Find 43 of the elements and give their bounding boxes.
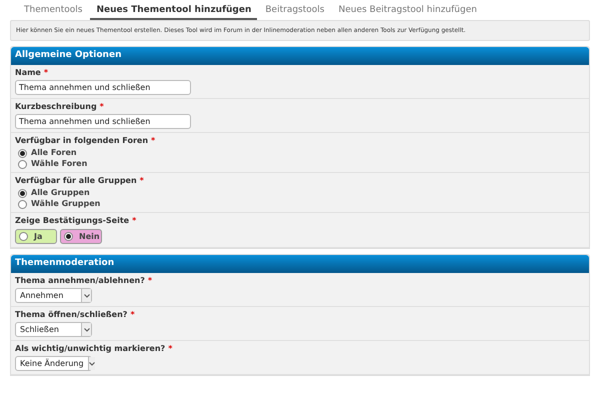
option-label: Alle Foren xyxy=(31,148,77,158)
select-dropdown[interactable]: Schließen xyxy=(15,322,92,337)
chevron-down-icon xyxy=(81,289,91,302)
panel-header: Allgemeine Optionen xyxy=(11,47,589,65)
chevron-down-icon xyxy=(81,323,91,336)
required-mark: * xyxy=(130,310,135,320)
radio-button[interactable] xyxy=(18,200,27,208)
required-mark: * xyxy=(44,68,48,78)
tab[interactable]: Neues Beitragstool hinzufügen xyxy=(332,4,483,20)
text-field[interactable]: Thema annehmen und schließen xyxy=(15,114,191,129)
option-label: Wähle Gruppen xyxy=(31,199,100,209)
select-dropdown[interactable]: Keine Änderung xyxy=(15,356,92,371)
radio-button[interactable] xyxy=(19,232,28,241)
option-label: Wähle Foren xyxy=(31,159,88,169)
panel-header: Themenmoderation xyxy=(11,255,589,273)
select-dropdown[interactable]: Annehmen xyxy=(15,288,92,303)
tab[interactable]: Beitragstools xyxy=(259,4,330,20)
field-label: Verfügbar in folgenden Foren xyxy=(15,136,148,146)
required-mark: * xyxy=(140,176,144,186)
choice-label: Nein xyxy=(79,232,100,242)
field-label: Kurzbeschreibung xyxy=(15,102,97,112)
choice-label: Ja xyxy=(34,232,42,242)
tab[interactable]: Thementools xyxy=(18,4,88,20)
field-label: Verfügbar für alle Gruppen xyxy=(15,176,137,186)
required-mark: * xyxy=(168,344,172,354)
choice-button[interactable]: Ja xyxy=(15,229,57,244)
field-label: Thema annehmen/ablehnen? xyxy=(15,276,145,286)
radio-button[interactable] xyxy=(18,160,27,168)
required-mark: * xyxy=(148,276,152,286)
option-label: Alle Gruppen xyxy=(31,188,90,198)
text-field[interactable]: Thema annehmen und schließen xyxy=(15,80,191,95)
required-mark: * xyxy=(151,136,156,146)
chevron-down-icon xyxy=(88,357,95,370)
radio-button[interactable] xyxy=(18,188,27,198)
field-label: Zeige Bestätigungs-Seite xyxy=(15,216,130,226)
required-mark: * xyxy=(132,216,136,226)
field-label: Als wichtig/unwichtig markieren? xyxy=(15,344,166,354)
field-label: Name xyxy=(15,68,41,78)
radio-button[interactable] xyxy=(64,232,73,241)
required-mark: * xyxy=(100,102,104,112)
radio-button[interactable] xyxy=(18,148,27,158)
field-label: Thema öffnen/schließen? xyxy=(15,310,128,320)
choice-button[interactable]: Nein xyxy=(60,229,102,244)
